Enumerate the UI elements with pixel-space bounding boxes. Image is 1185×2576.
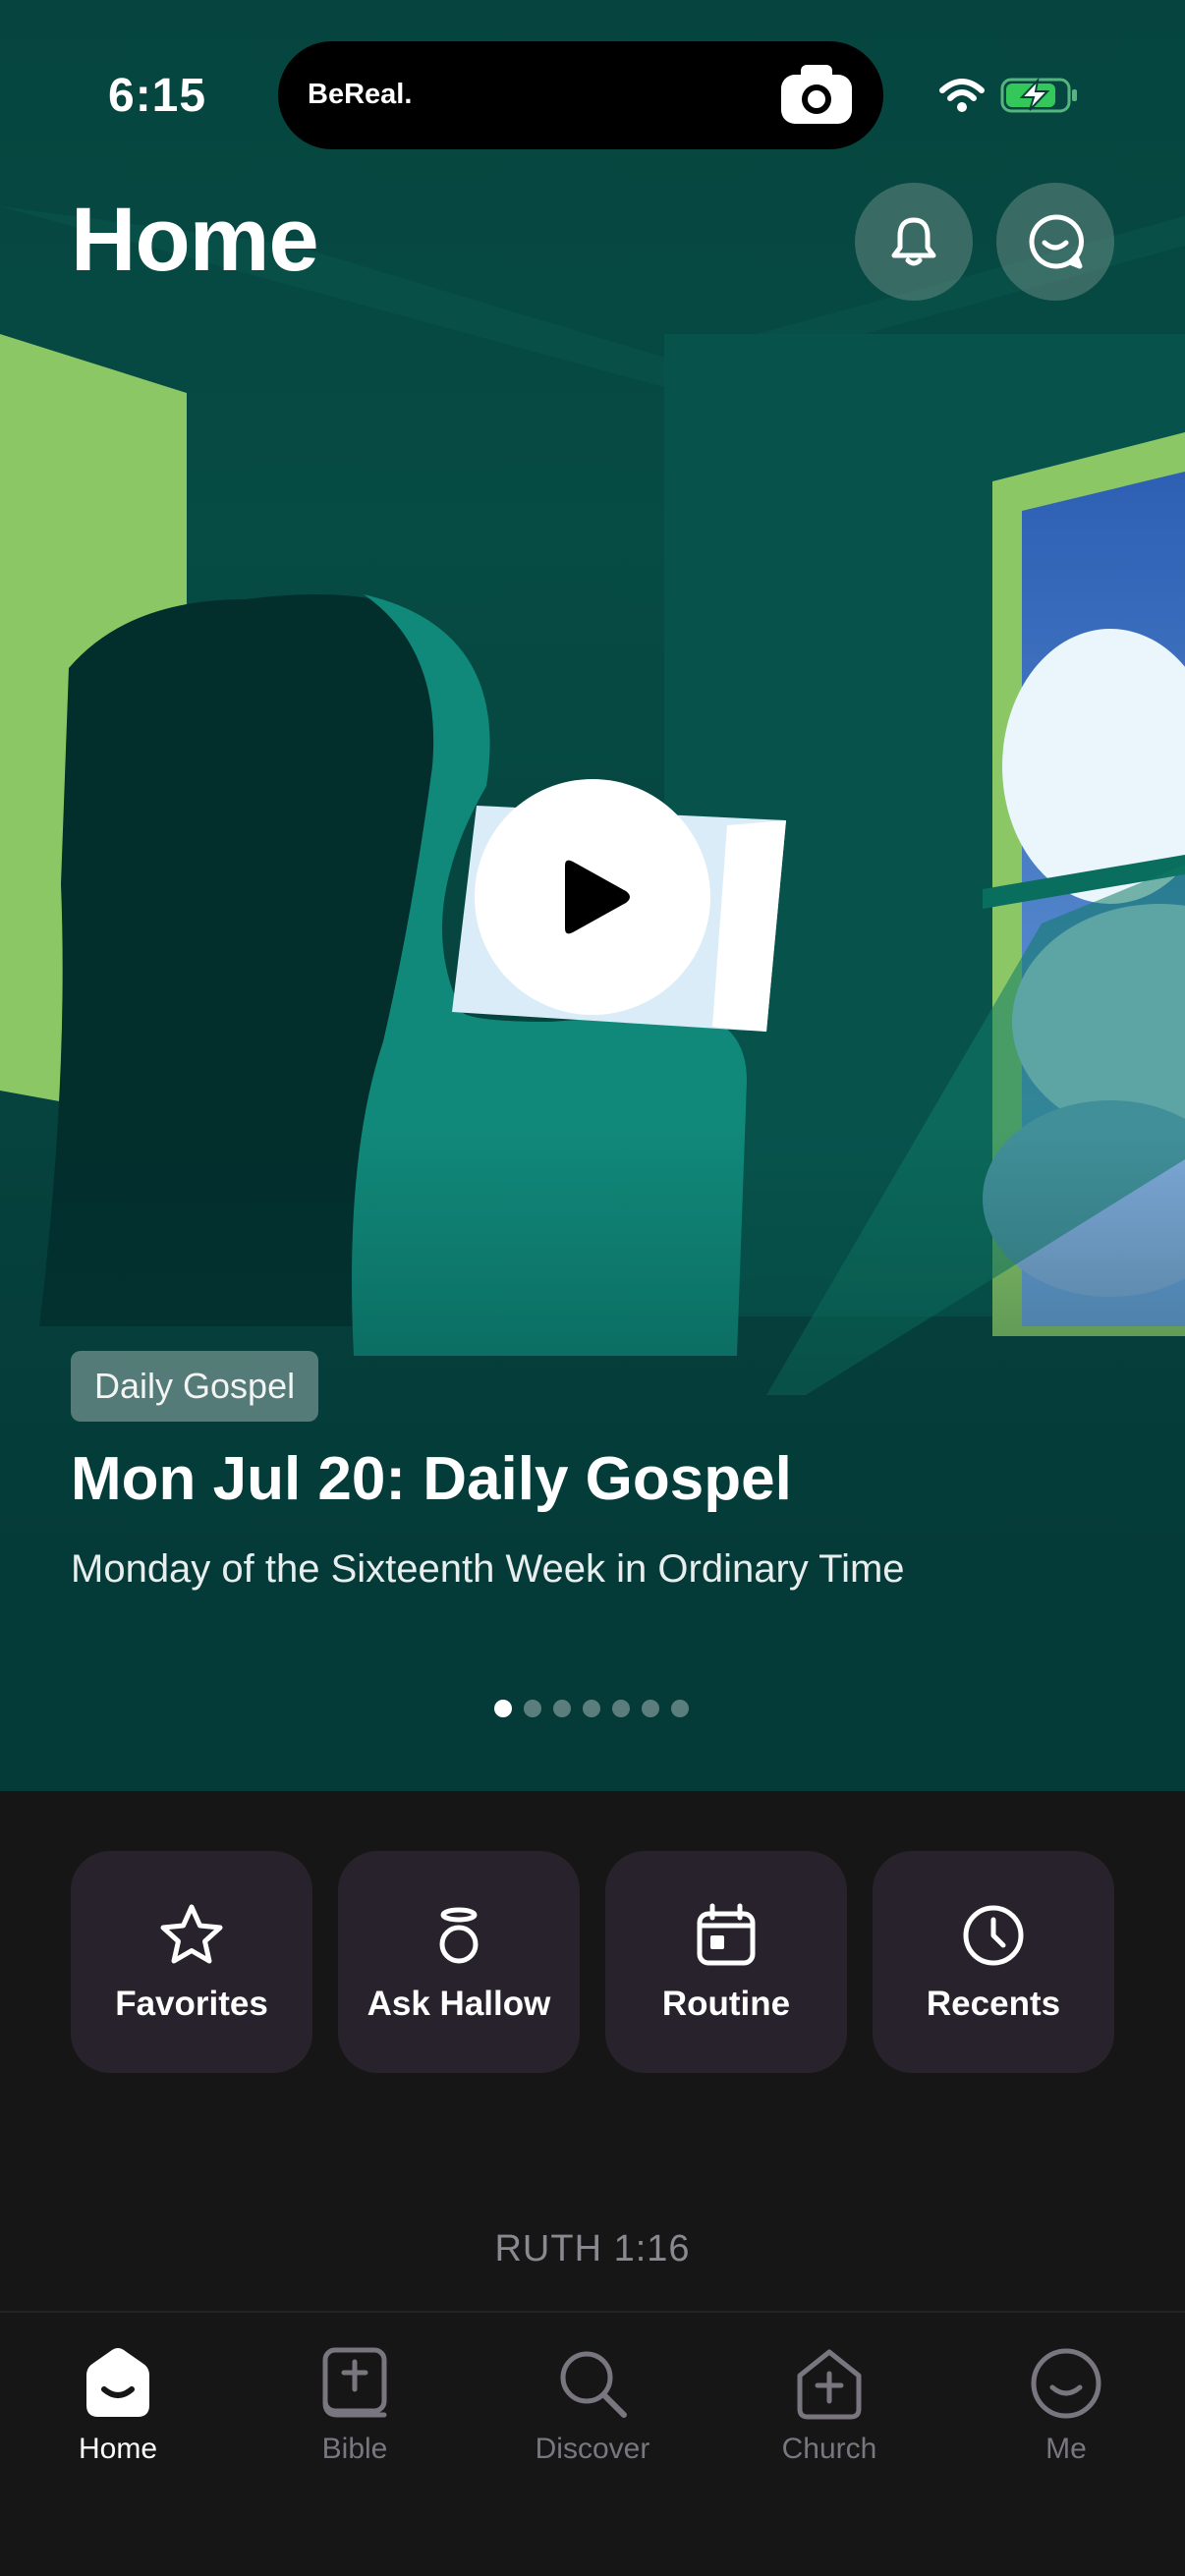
- chat-button[interactable]: [996, 183, 1114, 301]
- tab-me-label: Me: [1045, 2433, 1087, 2465]
- church-icon: [797, 2349, 862, 2420]
- hero-title: Mon Jul 20: Daily Gospel: [71, 1445, 792, 1513]
- tab-bar: Home Bible Discover Church Me: [0, 2311, 1185, 2576]
- carousel-dot[interactable]: [642, 1700, 659, 1717]
- tab-me[interactable]: Me: [968, 2342, 1164, 2466]
- tab-discover-label: Discover: [535, 2433, 650, 2465]
- island-app-label: BeReal.: [308, 79, 413, 110]
- ask-hallow-label: Ask Hallow: [367, 1985, 551, 2023]
- tab-home-label: Home: [78, 2433, 158, 2465]
- tab-home[interactable]: Home: [20, 2342, 216, 2466]
- tab-church-label: Church: [781, 2433, 877, 2465]
- recents-button[interactable]: Recents: [873, 1851, 1114, 2073]
- hero-subtitle: Monday of the Sixteenth Week in Ordinary…: [71, 1547, 905, 1591]
- clock-icon: [963, 1905, 1024, 1966]
- carousel-dot[interactable]: [583, 1700, 600, 1717]
- bell-icon: [891, 217, 936, 266]
- search-icon: [560, 2351, 627, 2418]
- me-icon: [1031, 2348, 1101, 2419]
- play-icon: [565, 860, 630, 934]
- home-icon: [86, 2348, 149, 2417]
- camera-icon: [781, 65, 852, 124]
- wifi-icon: [939, 79, 985, 112]
- battery-charging-icon: [1000, 77, 1077, 113]
- carousel-dot[interactable]: [524, 1700, 541, 1717]
- recents-label: Recents: [926, 1985, 1061, 2023]
- star-icon: [160, 1904, 223, 1964]
- tab-bible[interactable]: Bible: [256, 2342, 453, 2466]
- routine-label: Routine: [661, 1985, 791, 2023]
- bible-icon: [322, 2347, 387, 2418]
- carousel-dots[interactable]: [494, 1700, 689, 1717]
- favorites-button[interactable]: Favorites: [71, 1851, 312, 2073]
- calendar-icon: [697, 1903, 756, 1966]
- page-title: Home: [71, 190, 319, 290]
- carousel-dot[interactable]: [612, 1700, 630, 1717]
- carousel-dot[interactable]: [553, 1700, 571, 1717]
- carousel-dot[interactable]: [671, 1700, 689, 1717]
- carousel-dot[interactable]: [494, 1700, 512, 1717]
- category-tag: Daily Gospel: [71, 1351, 319, 1422]
- verse-reference[interactable]: RUTH 1:16: [0, 2228, 1185, 2270]
- favorites-label: Favorites: [115, 1985, 268, 2023]
- dynamic-island[interactable]: BeReal.: [278, 41, 883, 149]
- notifications-button[interactable]: [855, 183, 973, 301]
- ask-hallow-button[interactable]: Ask Hallow: [338, 1851, 580, 2073]
- hero-banner[interactable]: 6:15 BeReal. Home Daily Gospel Mon Jul 2…: [0, 0, 1185, 1791]
- tab-discover[interactable]: Discover: [494, 2342, 691, 2466]
- quick-actions: Favorites Ask Hallow Routine Recents: [71, 1851, 1114, 2073]
- halo-icon: [439, 1907, 479, 1964]
- status-time: 6:15: [108, 70, 207, 122]
- play-button[interactable]: [475, 779, 710, 1015]
- tab-church[interactable]: Church: [731, 2342, 928, 2466]
- routine-button[interactable]: Routine: [605, 1851, 847, 2073]
- chat-icon: [1029, 214, 1084, 269]
- tab-bible-label: Bible: [321, 2433, 388, 2465]
